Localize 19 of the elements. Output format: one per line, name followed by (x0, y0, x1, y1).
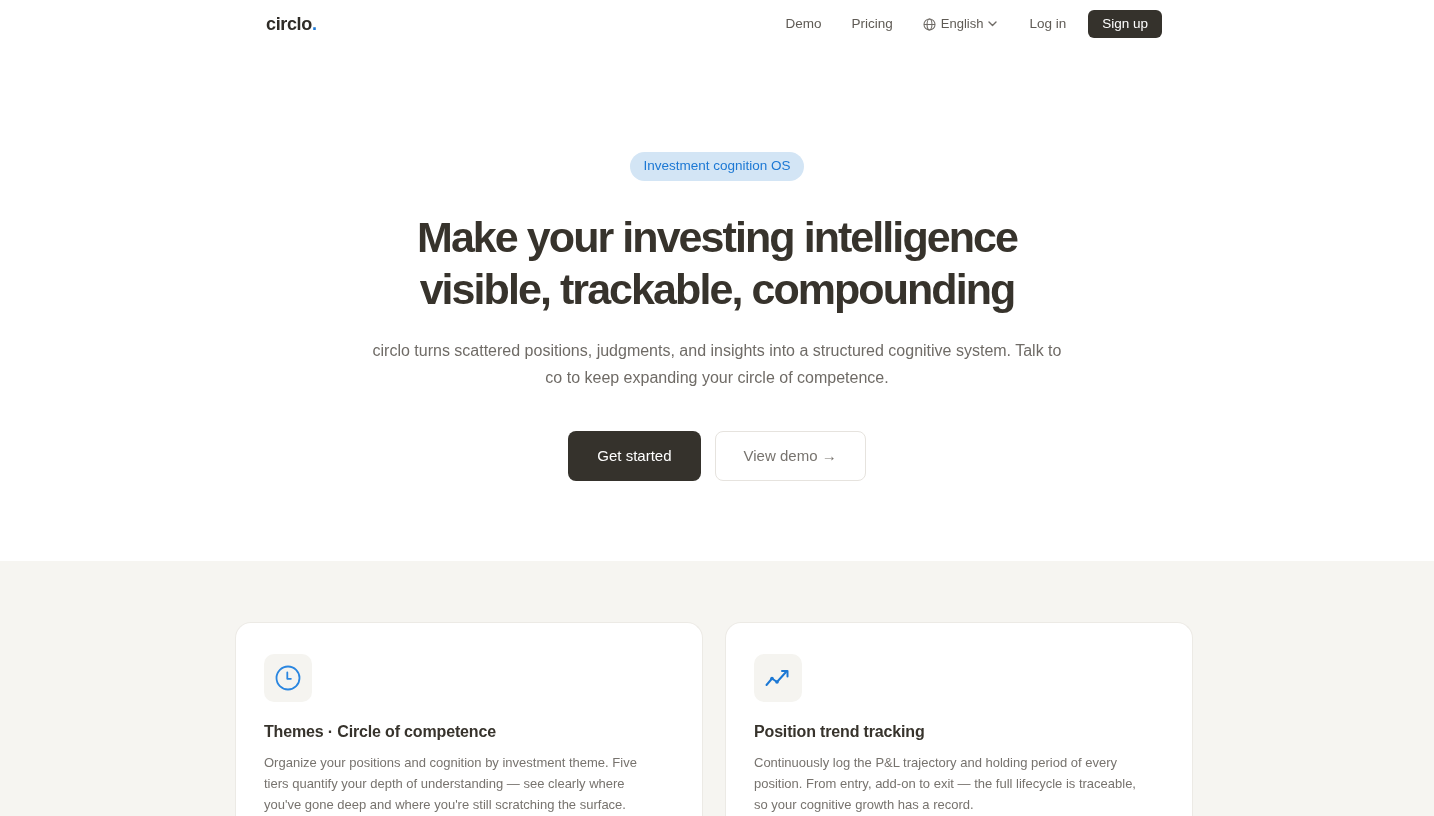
login-link[interactable]: Log in (1029, 13, 1067, 35)
feature-description: Organize your positions and cognition by investment theme. Five tiers quantify your depth of understanding — see clearly where you've gone deep and where you're still scratching the surface. (264, 754, 638, 814)
feature-title: Position trend tracking (754, 722, 926, 742)
hero-heading: Make your investing intelligence visible, trackable, compounding (417, 212, 1017, 315)
nav-link[interactable]: Pricing (851, 13, 893, 35)
nav-link[interactable]: Demo (785, 13, 822, 35)
hero-badge: Investment cognition OS (630, 152, 804, 181)
logo[interactable]: circlo. (266, 10, 317, 38)
language-selector[interactable]: English (922, 14, 998, 34)
get-started-button[interactable]: Get started (568, 431, 701, 481)
feature-description: Continuously log the P&L trajectory and holding period of every position. From entry, add-on to exit — the full lifecycle is traceable, so your cognitive growth has a record. (754, 754, 1137, 814)
feature-title: Themes · Circle of competence (264, 722, 497, 742)
view-demo-button[interactable]: View demo → (714, 431, 866, 481)
clock-icon (264, 654, 312, 702)
trend-chart-icon (754, 654, 802, 702)
signup-button[interactable]: Sign up (1088, 10, 1162, 38)
globe-icon (922, 17, 936, 31)
hero-description: circlo turns scattered positions, judgments, and insights into a structured cognitive system. Talk to co to keep expanding your circle of competence. (371, 341, 1063, 388)
chevron-down-icon (988, 21, 998, 27)
